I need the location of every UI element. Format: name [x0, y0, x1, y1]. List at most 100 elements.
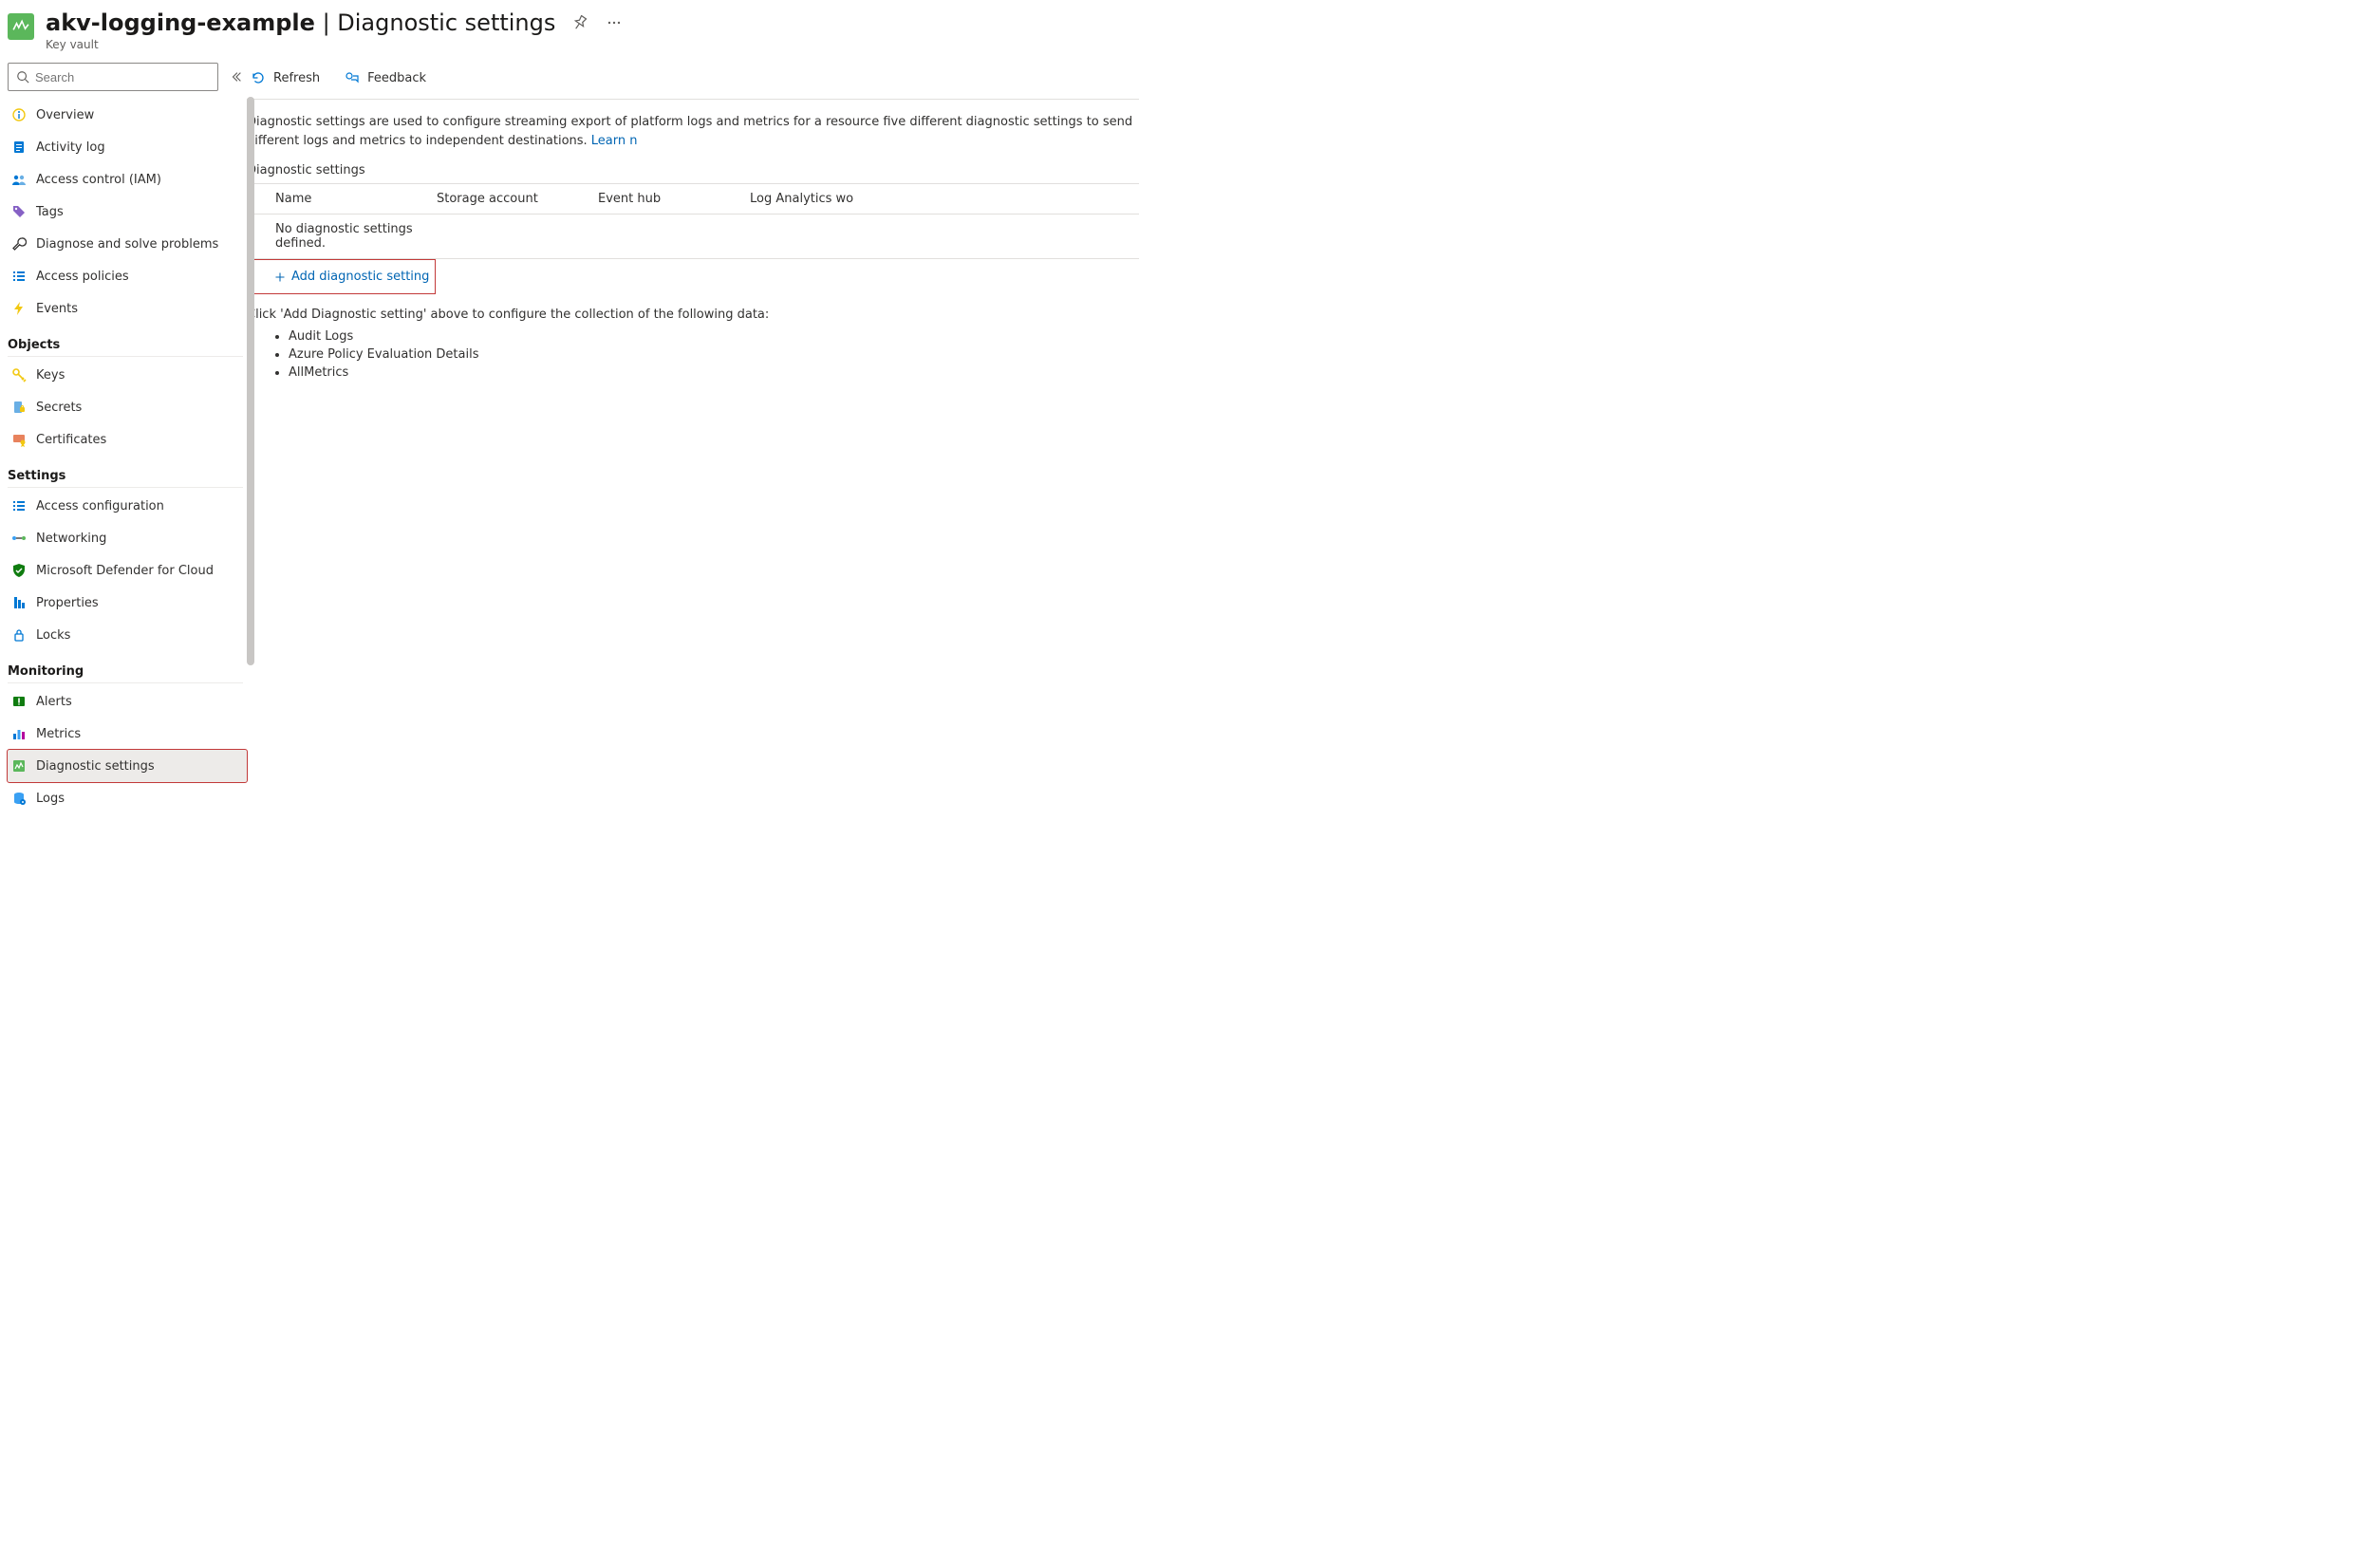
plus-icon: [274, 271, 286, 283]
collapse-sidebar-icon[interactable]: [226, 66, 247, 87]
sidebar-section-settings: Settings: [8, 459, 243, 488]
sidebar-item-label: Keys: [36, 368, 65, 383]
sidebar-item-logs[interactable]: Logs: [8, 782, 247, 814]
sidebar-item-networking[interactable]: Networking: [8, 522, 247, 554]
refresh-label: Refresh: [273, 71, 320, 85]
sidebar-item-events[interactable]: Events: [8, 292, 247, 325]
sidebar-item-label: Activity log: [36, 140, 105, 155]
sidebar-item-label: Alerts: [36, 695, 72, 709]
sidebar-section-objects: Objects: [8, 328, 243, 357]
sidebar-item-locks[interactable]: Locks: [8, 619, 247, 651]
command-bar: Refresh Feedback: [247, 59, 1139, 100]
blade-title: akv-logging-example | Diagnostic setting…: [46, 9, 555, 36]
blade-header: akv-logging-example | Diagnostic setting…: [0, 0, 2372, 59]
sidebar-item-label: Diagnostic settings: [36, 759, 155, 774]
sidebar-item-label: Locks: [36, 628, 70, 643]
cert-icon: [11, 432, 27, 447]
bolt-yellow-icon: [11, 301, 27, 316]
people-blue-icon: [11, 172, 27, 187]
sidebar-item-label: Diagnose and solve problems: [36, 237, 218, 252]
sidebar-item-label: Events: [36, 302, 78, 316]
logs-blue-icon: [11, 791, 27, 806]
instruction-text: Click 'Add Diagnostic setting' above to …: [247, 308, 1139, 322]
sidebar-item-access-control-iam-[interactable]: Access control (IAM): [8, 163, 247, 196]
pin-icon[interactable]: [569, 11, 591, 34]
sidebar-item-diagnose-and-solve-problems[interactable]: Diagnose and solve problems: [8, 228, 247, 260]
sidebar-item-label: Secrets: [36, 401, 82, 415]
table-header: NameStorage accountEvent hubLog Analytic…: [247, 184, 1139, 215]
feedback-button[interactable]: Feedback: [341, 66, 430, 89]
sidebar-search[interactable]: [8, 63, 218, 91]
key-yellow-icon: [11, 367, 27, 383]
resource-type-icon: [8, 13, 34, 40]
sidebar-item-label: Overview: [36, 108, 94, 122]
sidebar-item-label: Tags: [36, 205, 64, 219]
sidebar-item-tags[interactable]: Tags: [8, 196, 247, 228]
sidebar-item-label: Access configuration: [36, 499, 164, 513]
sidebar-item-label: Access control (IAM): [36, 173, 161, 187]
main-pane: Refresh Feedback Diagnostic settings are…: [247, 59, 1139, 421]
log-blue-icon: [11, 140, 27, 155]
blade-name: Diagnostic settings: [337, 9, 555, 36]
table-col-header: Storage account: [437, 192, 598, 206]
search-input[interactable]: [35, 70, 210, 84]
sidebar-item-secrets[interactable]: Secrets: [8, 391, 247, 423]
sidebar-scrollbar[interactable]: [247, 97, 254, 826]
refresh-icon: [251, 70, 266, 85]
sidebar-item-label: Microsoft Defender for Cloud: [36, 564, 214, 578]
sidebar-item-keys[interactable]: Keys: [8, 359, 247, 391]
instruction-item: Audit Logs: [289, 329, 1139, 344]
section-label: Diagnostic settings: [247, 163, 1139, 177]
sidebar-item-diagnostic-settings[interactable]: Diagnostic settings: [8, 750, 247, 782]
sidebar-item-properties[interactable]: Properties: [8, 587, 247, 619]
secret-icon: [11, 400, 27, 415]
add-diagnostic-label: Add diagnostic setting: [291, 270, 429, 284]
table-col-header: Name: [275, 192, 437, 206]
tag-purple-icon: [11, 204, 27, 219]
feedback-label: Feedback: [367, 71, 426, 85]
network-icon: [11, 531, 27, 546]
sidebar-item-label: Metrics: [36, 727, 81, 741]
lock-blue-icon: [11, 627, 27, 643]
description-text: Diagnostic settings are used to configur…: [247, 113, 1139, 150]
shield-green-icon: [11, 563, 27, 578]
refresh-button[interactable]: Refresh: [247, 66, 324, 89]
sidebar: Overview Activity log Access control (IAM)…: [0, 59, 247, 826]
sidebar-item-metrics[interactable]: Metrics: [8, 718, 247, 750]
instruction-block: Click 'Add Diagnostic setting' above to …: [247, 308, 1139, 380]
sidebar-item-label: Properties: [36, 596, 99, 610]
instruction-item: Azure Policy Evaluation Details: [289, 347, 1139, 362]
table-col-header: Log Analytics wo: [750, 192, 1133, 206]
feedback-icon: [345, 70, 360, 85]
wrench-icon: [11, 236, 27, 252]
sidebar-section-monitoring: Monitoring: [8, 655, 243, 683]
globe-info-icon: [11, 107, 27, 122]
sidebar-item-access-policies[interactable]: Access policies: [8, 260, 247, 292]
sidebar-item-overview[interactable]: Overview: [8, 99, 247, 131]
sidebar-item-label: Access policies: [36, 270, 129, 284]
list-blue-icon: [11, 269, 27, 284]
instruction-item: AllMetrics: [289, 365, 1139, 380]
sidebar-item-label: Certificates: [36, 433, 106, 447]
sidebar-item-label: Networking: [36, 532, 106, 546]
resource-name: akv-logging-example: [46, 9, 315, 36]
add-diagnostic-setting-button[interactable]: Add diagnostic setting: [247, 259, 436, 294]
learn-more-link[interactable]: Learn n: [591, 134, 638, 148]
props-blue-icon: [11, 595, 27, 610]
more-icon[interactable]: [603, 11, 626, 34]
diagnostic-table: NameStorage accountEvent hubLog Analytic…: [247, 183, 1139, 259]
sidebar-item-label: Logs: [36, 792, 65, 806]
sidebar-item-certificates[interactable]: Certificates: [8, 423, 247, 456]
bars-blue-icon: [11, 726, 27, 741]
sidebar-item-access-configuration[interactable]: Access configuration: [8, 490, 247, 522]
resource-type-label: Key vault: [46, 38, 626, 51]
table-empty-row: No diagnostic settings defined.: [247, 215, 1139, 258]
sidebar-item-microsoft-defender-for-cloud[interactable]: Microsoft Defender for Cloud: [8, 554, 247, 587]
alert-green-icon: [11, 694, 27, 709]
diag-green-icon: [11, 758, 27, 774]
sidebar-item-activity-log[interactable]: Activity log: [8, 131, 247, 163]
list-blue-icon: [11, 498, 27, 513]
sidebar-item-alerts[interactable]: Alerts: [8, 685, 247, 718]
table-col-header: Event hub: [598, 192, 750, 206]
search-icon: [16, 70, 29, 84]
